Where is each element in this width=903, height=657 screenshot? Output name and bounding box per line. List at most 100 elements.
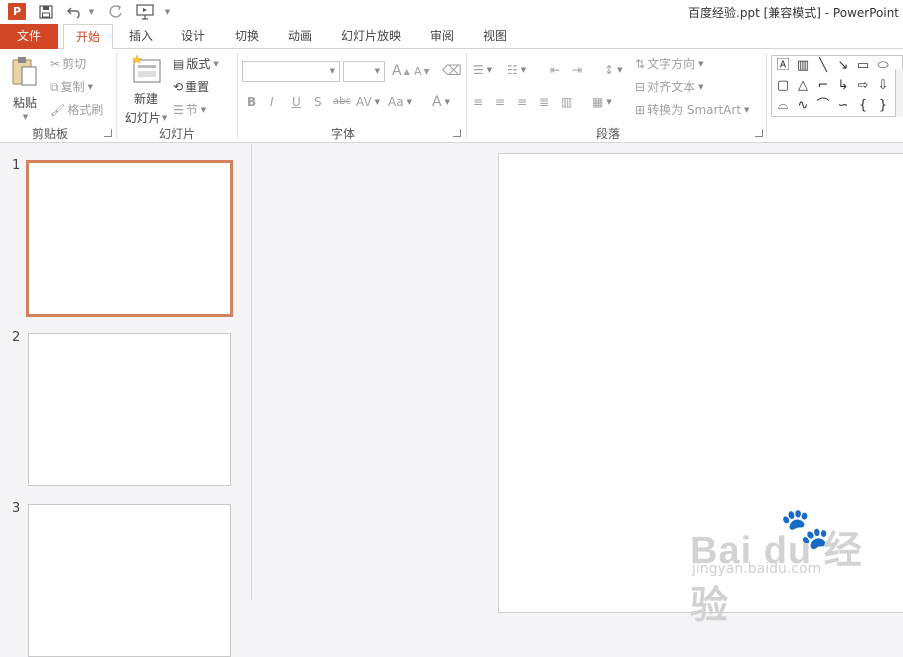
strikethrough-button[interactable]: abc [333, 96, 351, 107]
undo-dropdown-icon[interactable]: ▼ [86, 2, 96, 22]
customize-qat-icon[interactable]: ▼ [160, 2, 174, 22]
paste-button[interactable]: 粘贴 ▼ [8, 55, 42, 121]
tab-view[interactable]: 视图 [472, 24, 518, 49]
left-brace-icon[interactable]: { [854, 97, 872, 115]
slide-thumbnail-1[interactable] [26, 160, 233, 317]
font-name-combo[interactable]: ▼ [242, 61, 340, 82]
shadow-icon: S [314, 95, 322, 109]
down-arrow-icon[interactable]: ⇩ [874, 77, 892, 95]
reset-icon: ⟲ [173, 79, 184, 94]
cut-button[interactable]: ✂ 剪切 [50, 55, 86, 72]
oval-icon[interactable]: ⬭ [874, 57, 892, 75]
align-center-button[interactable]: ≡ [495, 95, 505, 109]
triangle-icon[interactable]: △ [794, 77, 812, 95]
right-brace-icon[interactable]: } [874, 97, 892, 115]
paste-label: 粘贴 [12, 96, 37, 110]
elbow-connector-icon[interactable]: ⌐ [814, 77, 832, 95]
slide-thumbnail-pane[interactable]: 1 2 3 [0, 144, 252, 657]
tab-home[interactable]: 开始 [63, 24, 113, 50]
character-spacing-button[interactable]: AV ▼ [356, 95, 380, 109]
slide-thumbnail-2[interactable] [28, 333, 231, 486]
increase-indent-button[interactable]: ⇥ [572, 63, 582, 77]
change-case-button[interactable]: Aa ▼ [388, 95, 412, 109]
format-painter-button[interactable]: 🖌 格式刷 [50, 101, 103, 118]
font-color-button[interactable]: A ▼ [432, 94, 450, 110]
distributed-button[interactable]: ▥ [561, 95, 572, 109]
undo-icon[interactable] [64, 2, 86, 22]
grow-font-button[interactable]: A ▲ [392, 63, 410, 79]
font-size-dropdown-icon[interactable]: ▼ [375, 67, 380, 75]
bold-button[interactable]: B [247, 95, 256, 109]
start-slideshow-icon[interactable] [134, 2, 156, 22]
text-direction-icon: ⇅ [635, 56, 646, 71]
paragraph-launcher-icon[interactable] [755, 129, 763, 137]
decrease-indent-button[interactable]: ⇤ [550, 63, 560, 77]
elbow-arrow-icon[interactable]: ↳ [834, 77, 852, 95]
rounded-rectangle-icon[interactable]: ▢ [774, 77, 792, 95]
shapes-gallery-scrollbar[interactable] [895, 69, 903, 117]
bullets-button[interactable]: ☰ ▼ [473, 63, 492, 77]
new-slide-dropdown-icon[interactable]: ▼ [162, 114, 167, 122]
line-spacing-button[interactable]: ↕ ▼ [604, 63, 622, 77]
layout-button[interactable]: ▤ 版式 ▼ [173, 55, 219, 72]
copy-button[interactable]: ⧉ 复制 ▼ [50, 78, 93, 95]
save-icon[interactable] [36, 2, 56, 22]
shapes-gallery[interactable]: 🄰 ▥ ╲ ↘ ▭ ⬭ ▢ △ ⌐ ↳ ⇨ ⇩ ⌓ ∿ ⌒ ∽ { } [771, 55, 903, 117]
font-size-combo[interactable]: ▼ [343, 61, 385, 82]
tab-design[interactable]: 设计 [170, 24, 216, 49]
line-spacing-icon: ↕ [604, 63, 615, 77]
shrink-font-button[interactable]: A ▼ [414, 65, 430, 78]
arrow-line-icon[interactable]: ↘ [834, 57, 852, 75]
convert-smartart-label: 转换为 SmartArt [647, 103, 742, 117]
right-arrow-icon[interactable]: ⇨ [854, 77, 872, 95]
group-divider [237, 53, 238, 139]
layout-dropdown-icon: ▼ [213, 59, 219, 68]
freeform-icon[interactable]: ⌓ [774, 97, 792, 115]
new-slide-button[interactable]: 新建 幻灯片 ▼ [122, 53, 170, 126]
redo-icon[interactable] [106, 2, 126, 22]
align-left-button[interactable]: ≡ [473, 95, 483, 109]
tab-review[interactable]: 审阅 [419, 24, 465, 49]
section-label: 节 [185, 103, 198, 117]
reset-label: 重置 [185, 80, 210, 94]
ribbon-home: 粘贴 ▼ ✂ 剪切 ⧉ 复制 ▼ 🖌 格式刷 剪贴板 新建 幻灯片 ▼ ▤ 版式… [0, 49, 903, 143]
align-right-button[interactable]: ≡ [517, 95, 527, 109]
vertical-text-box-icon[interactable]: ▥ [794, 57, 812, 75]
powerpoint-app-icon[interactable]: P [8, 3, 26, 20]
tab-animations[interactable]: 动画 [277, 24, 323, 49]
convert-smartart-button[interactable]: ⊞ 转换为 SmartArt ▼ [635, 101, 749, 118]
font-launcher-icon[interactable] [453, 129, 461, 137]
columns-button[interactable]: ▦ ▼ [592, 95, 612, 109]
tab-file[interactable]: 文件 [0, 24, 58, 49]
justify-button[interactable]: ≣ [539, 95, 549, 109]
align-text-button[interactable]: ⊟ 对齐文本 ▼ [635, 78, 703, 95]
arc-icon[interactable]: ⌒ [814, 97, 832, 115]
italic-button[interactable]: I [270, 95, 274, 109]
font-name-dropdown-icon[interactable]: ▼ [330, 67, 335, 75]
curve-icon[interactable]: ∽ [834, 97, 852, 115]
rectangle-icon[interactable]: ▭ [854, 57, 872, 75]
text-box-icon[interactable]: 🄰 [774, 57, 792, 75]
paste-dropdown-icon[interactable]: ▼ [23, 113, 28, 121]
line-icon[interactable]: ╲ [814, 57, 832, 75]
copy-dropdown-icon[interactable]: ▼ [88, 83, 93, 91]
baidu-jingyan-watermark: 🐾 Bai du 经验 jingyan.baidu.com [688, 505, 898, 627]
distributed-icon: ▥ [561, 95, 573, 109]
tab-transitions[interactable]: 切换 [224, 24, 270, 49]
title-bar: P ▼ ▼ 百度经验.ppt [兼容模式] - PowerPoint [0, 0, 903, 24]
numbering-button[interactable]: ☷ ▼ [507, 63, 526, 77]
clipboard-group-label: 剪贴板 [31, 127, 68, 141]
clear-formatting-button[interactable]: ⌫ [442, 63, 462, 79]
tab-slideshow[interactable]: 幻灯片放映 [331, 24, 411, 49]
tab-insert[interactable]: 插入 [118, 24, 164, 49]
reset-button[interactable]: ⟲ 重置 [173, 78, 209, 95]
align-text-label: 对齐文本 [647, 80, 696, 94]
slide-thumbnail-3[interactable] [28, 504, 231, 657]
text-shadow-button[interactable]: S [314, 95, 322, 109]
underline-button[interactable]: U [292, 95, 301, 109]
text-direction-button[interactable]: ⇅ 文字方向 ▼ [635, 55, 703, 72]
scribble-icon[interactable]: ∿ [794, 97, 812, 115]
paragraph-group-label: 段落 [595, 127, 620, 141]
clipboard-launcher-icon[interactable] [104, 129, 112, 137]
section-button[interactable]: ☰ 节 ▼ [173, 101, 206, 118]
